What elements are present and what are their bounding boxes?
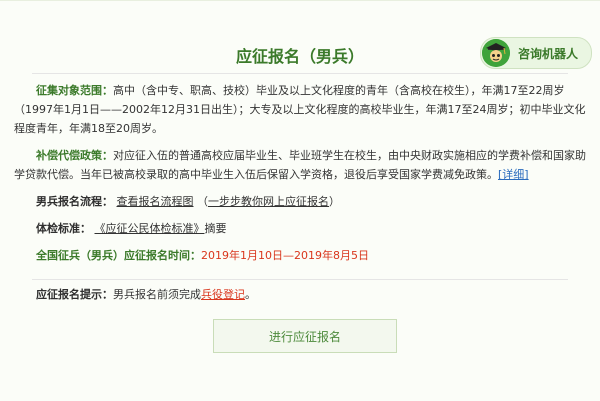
standard-suffix: 摘要 [204,222,227,235]
content-area: 征集对象范围：高中（含中专、职高、技校）毕业及以上文化程度的青年（含高校在校生）… [14,81,586,273]
process-link2-prefix: （ [197,195,208,208]
time-label: 全国征兵（男兵）应征报名时间： [36,249,201,262]
robot-label: 咨询机器人 [518,46,579,61]
compensation-label: 补偿代偿政策： [36,149,113,162]
divider [32,279,568,280]
physical-standard-link[interactable]: 《应征公民体检标准》 [95,222,205,235]
time-paragraph: 全国征兵（男兵）应征报名时间：2019年1月10日—2019年8月5日 [14,246,586,265]
target-paragraph: 征集对象范围：高中（含中专、职高、技校）毕业及以上文化程度的青年（含高校在校生）… [14,81,586,138]
process-label: 男兵报名流程： [36,195,113,208]
online-guide-link[interactable]: 一步步教你网上应征报名 [208,195,329,208]
compensation-paragraph: 补偿代偿政策：对应征入伍的普通高校应届毕业生、毕业班学生在校生，由中央财政实施相… [14,146,586,184]
standard-label: 体检标准： [36,222,91,235]
consult-robot-button[interactable]: 咨询机器人 [480,37,592,69]
military-registration-link[interactable]: 兵役登记 [201,288,245,301]
process-link2-suffix: ） [329,195,340,208]
tip-suffix: 。 [245,288,256,301]
robot-avatar-icon [482,39,510,67]
time-value: 2019年1月10日—2019年8月5日 [201,249,369,262]
process-chart-link[interactable]: 查看报名流程图 [117,195,194,208]
registration-tip: 应征报名提示：男兵报名前须完成兵役登记。 [36,287,256,303]
start-registration-button[interactable]: 进行应征报名 [213,319,397,353]
divider [32,73,568,74]
standard-paragraph: 体检标准： 《应征公民体检标准》摘要 [14,219,586,238]
tip-label: 应征报名提示： [36,288,113,301]
target-label: 征集对象范围： [36,84,113,97]
process-paragraph: 男兵报名流程： 查看报名流程图 （一步步教你网上应征报名） [14,192,586,211]
tip-text: 男兵报名前须完成 [113,288,201,301]
registration-panel: 应征报名（男兵） 咨询机器人 征集对象范围：高中（含中专、职高、技校）毕业及以上… [0,0,600,401]
detail-link[interactable]: [详细] [498,168,529,181]
